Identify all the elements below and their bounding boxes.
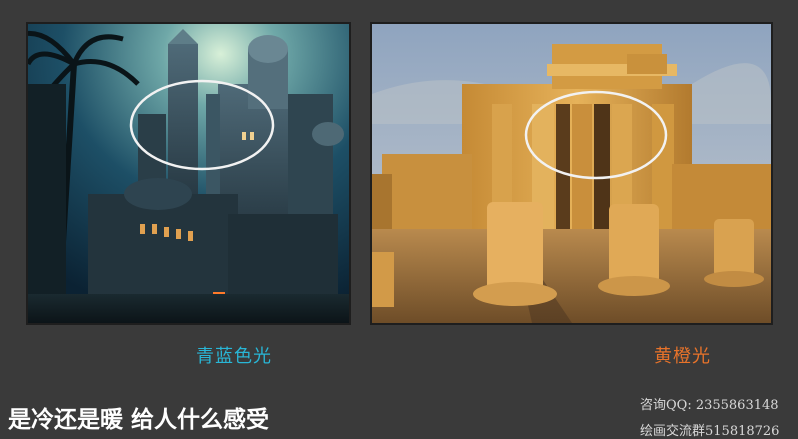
question-heading: 是冷还是暖 给人什么感受 xyxy=(8,407,270,433)
orange-light-temple-image xyxy=(370,22,773,325)
contact-group-text: 绘画交流群515818726 xyxy=(640,424,780,439)
orange-light-caption: 黄橙光 xyxy=(654,346,711,367)
contact-qq-text: 咨询QQ: 2355863148 xyxy=(640,398,779,413)
blue-light-castle-image xyxy=(26,22,351,325)
blue-light-caption: 青蓝色光 xyxy=(196,346,272,367)
